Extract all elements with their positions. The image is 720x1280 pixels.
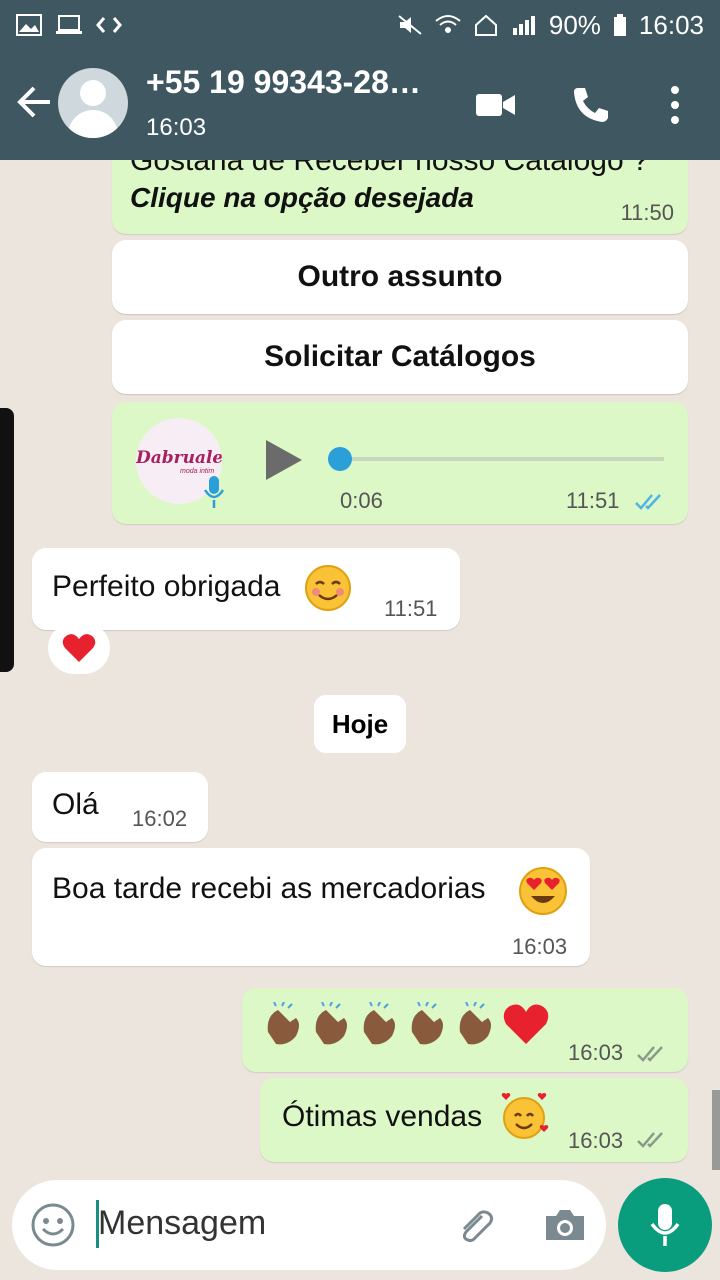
incoming-message: Perfeito obrigada 11:51 <box>32 548 460 630</box>
back-arrow-icon[interactable] <box>14 82 54 122</box>
message-text: Ótimas vendas <box>282 1100 483 1133</box>
clap-icon <box>267 1002 299 1045</box>
quick-reply-solicitar-catalogos[interactable]: Solicitar Catálogos <box>112 320 688 394</box>
voice-duration: 0:06 <box>340 488 383 513</box>
clap-icon <box>363 1002 395 1045</box>
smiling-hearts-icon <box>501 1093 549 1139</box>
quick-reply-outro-assunto[interactable]: Outro assunto <box>112 240 688 314</box>
message-time: 16:02 <box>132 806 188 831</box>
incoming-message: Olá 16:02 <box>32 772 208 842</box>
clap-icon <box>459 1002 491 1045</box>
message-reaction[interactable] <box>48 622 110 674</box>
message-time: 16:03 <box>568 1128 624 1153</box>
battery-icon <box>613 14 626 36</box>
message-text: Olá <box>52 788 99 821</box>
phone-icon[interactable] <box>568 82 614 128</box>
wifi-icon <box>435 15 461 33</box>
clap-icon <box>411 1002 443 1045</box>
message-text: Perfeito obrigada <box>52 570 281 603</box>
voice-progress-handle[interactable] <box>328 447 352 471</box>
voice-record-button[interactable] <box>618 1178 712 1272</box>
attach-icon[interactable] <box>452 1204 498 1250</box>
scrollbar[interactable] <box>712 1090 720 1170</box>
clap-emojis <box>262 1002 550 1048</box>
home-icon <box>474 14 497 36</box>
message-cta: Clique na opção desejada <box>130 182 474 213</box>
signal-icon <box>512 16 535 35</box>
heart-eyes-icon <box>519 867 567 915</box>
status-bar: 90% 16:03 <box>0 0 720 50</box>
video-call-icon[interactable] <box>472 82 518 128</box>
smiling-face-icon <box>305 565 351 611</box>
mute-icon <box>398 15 422 35</box>
avatar[interactable] <box>58 68 128 138</box>
chat-header: +55 19 99343-28… 16:03 <box>0 50 720 160</box>
message-time: 11:51 <box>566 488 620 513</box>
heart-icon <box>503 1004 549 1044</box>
logo-text: Dabruale <box>136 448 222 468</box>
message-time: 11:50 <box>620 200 674 225</box>
more-vert-icon[interactable] <box>652 82 698 128</box>
delivered-ticks-icon <box>637 1046 663 1062</box>
message-composer[interactable]: Mensagem <box>12 1180 606 1270</box>
mic-icon <box>203 476 225 508</box>
voice-message: Dabruale moda intim 0:06 11:51 <box>112 402 688 524</box>
catalog-prompt-bubble: Gostaria de Receber nosso Catálogo ? Cli… <box>112 160 688 234</box>
code-icon <box>96 17 122 33</box>
message-time: 16:03 <box>568 1040 624 1065</box>
message-text: Gostaria de Receber nosso Catálogo ? <box>130 160 649 177</box>
emoji-icon[interactable] <box>30 1202 76 1248</box>
image-icon <box>16 14 42 36</box>
contact-name[interactable]: +55 19 99343-28… <box>146 64 421 101</box>
date-chip: Hoje <box>314 695 406 753</box>
read-ticks-icon <box>635 494 661 510</box>
camera-icon[interactable] <box>542 1202 588 1248</box>
contact-subtitle: 16:03 <box>146 114 207 141</box>
message-time: 11:51 <box>384 596 438 621</box>
battery-percent: 90% <box>548 9 601 40</box>
outgoing-message: 16:03 <box>242 988 688 1072</box>
heart-icon <box>62 634 96 662</box>
message-input[interactable]: Mensagem <box>98 1204 266 1243</box>
message-time: 16:03 <box>512 934 568 959</box>
message-text: Boa tarde recebi as mercadorias <box>52 872 486 905</box>
play-icon[interactable] <box>264 438 304 482</box>
voice-progress-track[interactable] <box>340 457 664 461</box>
mic-icon <box>650 1204 680 1246</box>
laptop-icon <box>56 15 82 34</box>
device-edge <box>0 408 14 672</box>
status-time: 16:03 <box>638 9 704 40</box>
delivered-ticks-icon <box>637 1132 663 1148</box>
incoming-message: Boa tarde recebi as mercadorias 16:03 <box>32 848 590 966</box>
clap-icon <box>315 1002 347 1045</box>
outgoing-message: Ótimas vendas 16:03 <box>260 1078 688 1162</box>
chat-area[interactable]: Gostaria de Receber nosso Catálogo ? Cli… <box>0 160 720 1170</box>
